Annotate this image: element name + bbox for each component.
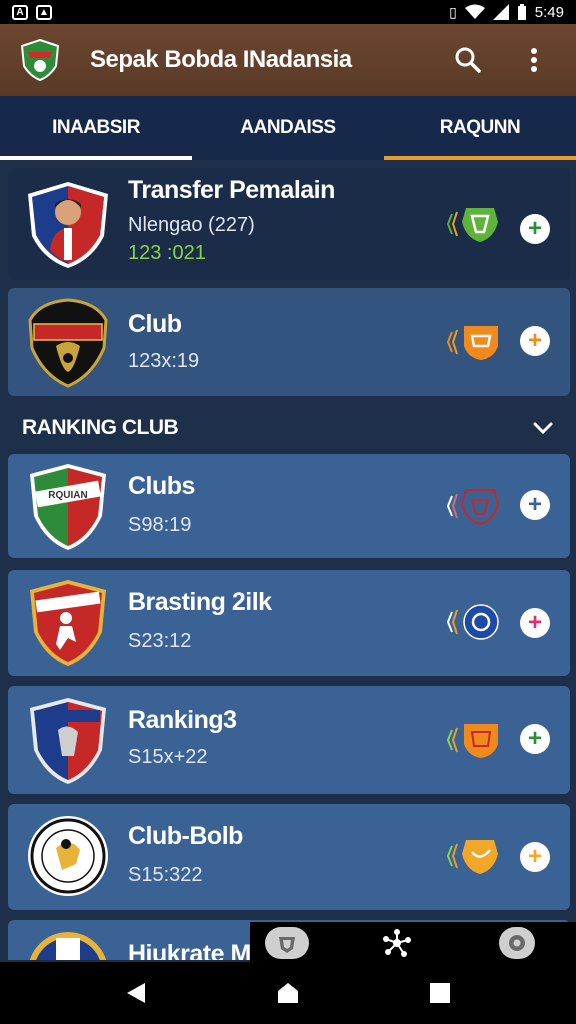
network-icon bbox=[383, 929, 411, 957]
back-icon bbox=[127, 983, 145, 1003]
home-icon bbox=[278, 983, 298, 1003]
card-title: Club-Bolb bbox=[128, 822, 243, 850]
section-title: RANKING CLUB bbox=[22, 416, 179, 439]
add-button[interactable]: + bbox=[520, 842, 550, 872]
tab-aandaiss[interactable]: AANDAISS bbox=[192, 96, 384, 160]
club-card[interactable]: Club 123x:19 + bbox=[8, 288, 570, 396]
notification-icon: ▲ bbox=[36, 4, 52, 20]
ranking-section-header[interactable]: RANKING CLUB bbox=[0, 396, 576, 460]
orange-badge-icon bbox=[446, 724, 498, 758]
card-title: Ranking3 bbox=[128, 706, 237, 734]
shield-icon bbox=[265, 927, 309, 959]
overflow-menu-icon bbox=[531, 48, 537, 72]
player-crest-icon bbox=[28, 182, 108, 268]
green-badge-icon bbox=[446, 208, 498, 242]
card-value: S15x+22 bbox=[128, 746, 208, 768]
club-crest-icon bbox=[30, 698, 106, 784]
tab-inaabsir[interactable]: INAABSIR bbox=[0, 96, 192, 160]
recents-button[interactable] bbox=[410, 973, 470, 1013]
tab-raqunn[interactable]: RAQUNN bbox=[384, 96, 576, 160]
add-button[interactable]: + bbox=[520, 724, 550, 754]
ranking-item[interactable]: Ranking3 S15x+22 + bbox=[8, 686, 570, 794]
chevron-down-icon[interactable] bbox=[532, 421, 554, 435]
blue-badge-icon bbox=[446, 604, 499, 640]
home-button[interactable] bbox=[258, 973, 318, 1013]
tab-label: RAQUNN bbox=[439, 117, 521, 138]
card-value: 123x:19 bbox=[128, 350, 200, 372]
wifi-icon bbox=[464, 4, 485, 19]
svg-text:RQUIAN: RQUIAN bbox=[48, 490, 87, 501]
app-bar: Sepak Bobda INadansia bbox=[0, 24, 576, 96]
app-title: Sepak Bobda INadansia bbox=[90, 46, 352, 73]
card-value: S15:322 bbox=[128, 864, 203, 886]
card-subtitle: Nlengao (227) bbox=[128, 214, 255, 236]
card-title: Club bbox=[128, 310, 182, 338]
yellow-badge-icon bbox=[446, 840, 498, 874]
ranking-item[interactable]: Brasting 2ilk S23:12 + bbox=[8, 570, 570, 676]
content-list: Transfer Pemalain Nlengao (227) 123 :021… bbox=[0, 160, 576, 960]
add-button[interactable]: + bbox=[520, 490, 550, 520]
ranking-item[interactable]: Club-Bolb S15:322 + bbox=[8, 804, 570, 910]
ranking-item[interactable]: RQUIAN Clubs S98:19 + bbox=[8, 454, 570, 558]
network-button[interactable] bbox=[372, 924, 422, 962]
card-title: Hiukrate M bbox=[128, 940, 251, 960]
app-icon: A bbox=[12, 4, 28, 20]
signal-icon bbox=[492, 4, 509, 20]
recents-icon bbox=[430, 983, 450, 1003]
add-button[interactable]: + bbox=[520, 326, 550, 356]
settings-icon bbox=[499, 927, 535, 959]
card-title: Transfer Pemalain bbox=[128, 176, 335, 204]
settings-button[interactable] bbox=[492, 924, 542, 962]
club-crest-icon bbox=[28, 816, 108, 896]
system-nav-bar bbox=[0, 962, 576, 1024]
club-crest-icon: RQUIAN bbox=[30, 464, 106, 550]
red-badge-icon bbox=[446, 489, 500, 526]
tab-label: AANDAISS bbox=[240, 117, 336, 138]
club-crest-icon bbox=[29, 932, 107, 960]
status-bar: A ▲ ▯ 5:49 bbox=[0, 0, 576, 24]
transfer-card[interactable]: Transfer Pemalain Nlengao (227) 123 :021… bbox=[8, 168, 570, 280]
shield-button[interactable] bbox=[262, 924, 312, 962]
back-button[interactable] bbox=[106, 973, 166, 1013]
app-logo bbox=[20, 38, 60, 82]
card-value: 123 :021 bbox=[128, 242, 206, 264]
card-title: Brasting 2ilk bbox=[128, 588, 272, 616]
add-button[interactable]: + bbox=[520, 608, 550, 638]
vibrate-icon: ▯ bbox=[449, 3, 457, 20]
add-button[interactable]: + bbox=[520, 214, 550, 244]
status-time: 5:49 bbox=[534, 3, 564, 21]
orange-badge-icon bbox=[446, 326, 498, 360]
search-button[interactable] bbox=[446, 38, 490, 82]
club-crest-icon bbox=[28, 298, 108, 388]
overflow-menu-button[interactable] bbox=[512, 38, 556, 82]
card-value: S98:19 bbox=[128, 514, 192, 536]
card-title: Clubs bbox=[128, 472, 195, 500]
club-crest-icon bbox=[30, 580, 106, 666]
tab-label: INAABSIR bbox=[52, 117, 140, 138]
battery-icon bbox=[517, 4, 526, 20]
search-icon bbox=[455, 47, 481, 73]
tab-bar: INAABSIR AANDAISS RAQUNN bbox=[0, 96, 576, 160]
card-value: S23:12 bbox=[128, 630, 192, 652]
